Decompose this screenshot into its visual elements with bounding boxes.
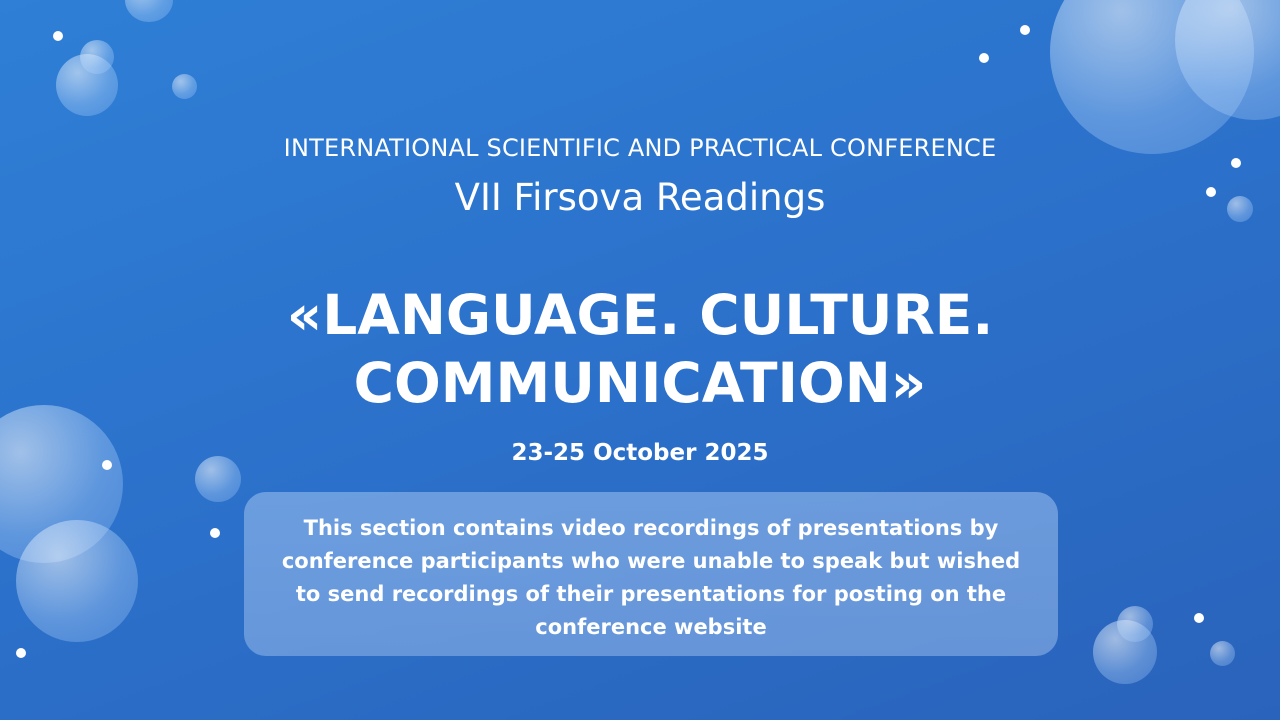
conference-subtitle: INTERNATIONAL SCIENTIFIC AND PRACTICAL C… xyxy=(283,134,997,162)
info-text: This section contains video recordings o… xyxy=(281,516,1021,639)
slide-content: INTERNATIONAL SCIENTIFIC AND PRACTICAL C… xyxy=(0,0,1280,720)
info-box: This section contains video recordings o… xyxy=(244,492,1058,656)
main-title: «LANGUAGE. CULTURE. COMMUNICATION» xyxy=(0,281,1280,417)
main-title-line-1: «LANGUAGE. CULTURE. xyxy=(286,283,994,347)
main-title-line-2: COMMUNICATION» xyxy=(353,351,927,415)
conference-dates: 23-25 October 2025 xyxy=(511,440,769,466)
event-name: VII Firsova Readings xyxy=(454,176,826,219)
